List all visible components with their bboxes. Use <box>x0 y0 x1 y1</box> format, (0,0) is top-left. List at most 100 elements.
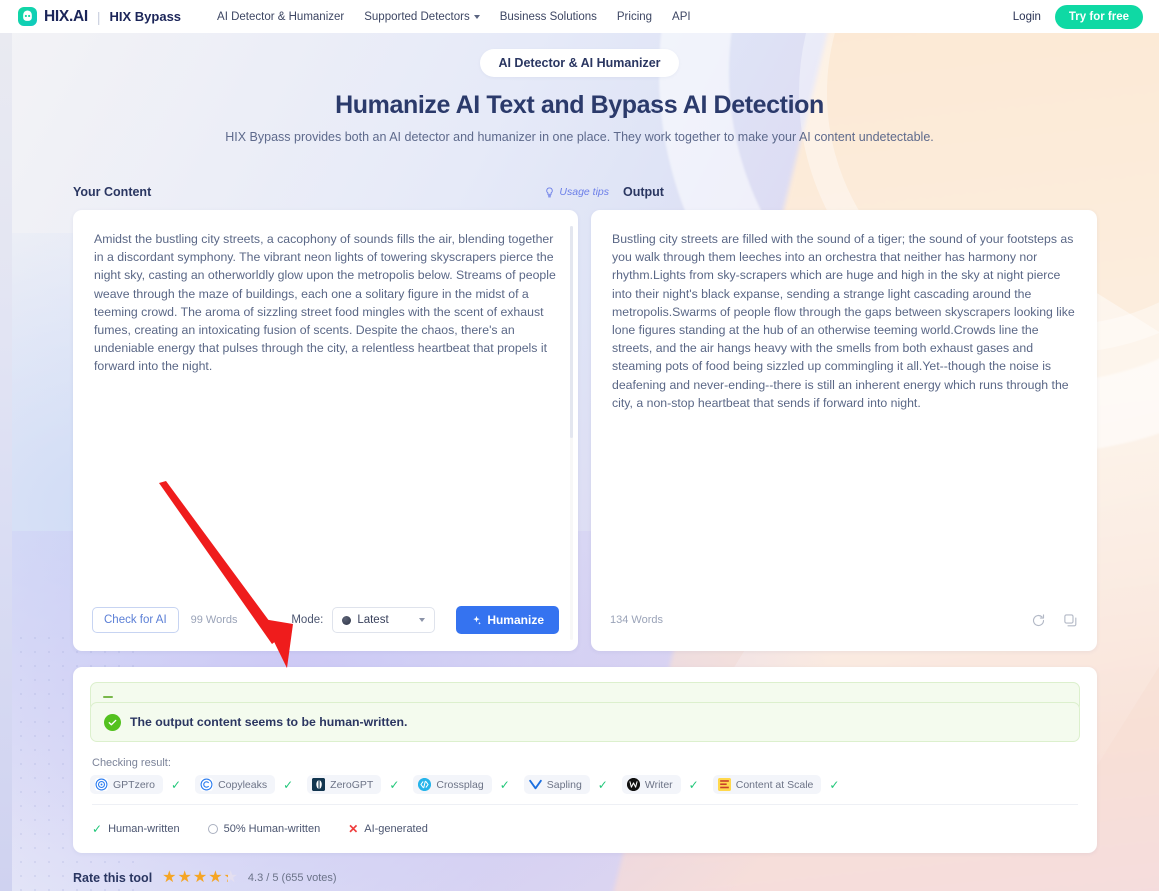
workspace-panels: Amidst the bustling city streets, a caco… <box>73 210 1097 651</box>
hero-subtitle: HIX Bypass provides both an AI detector … <box>225 130 934 144</box>
check-icon: ✓ <box>92 822 103 836</box>
nav-item-ai-detector-humanizer[interactable]: AI Detector & Humanizer <box>217 11 344 23</box>
ghost-dash-icon <box>103 696 113 698</box>
detector-name: Writer <box>644 778 673 791</box>
nav-item-business-solutions[interactable]: Business Solutions <box>500 11 597 23</box>
content-input[interactable]: Amidst the bustling city streets, a caco… <box>94 230 560 376</box>
usage-tips-link[interactable]: Usage tips <box>544 186 609 198</box>
detector-pass-icon: ✓ <box>283 777 294 792</box>
detection-result-card: The output content seems to be human-wri… <box>73 667 1097 853</box>
logo[interactable]: HIX.AI | HIX Bypass <box>18 7 181 26</box>
star-icon-partial[interactable]: ★ <box>224 870 238 887</box>
legend-label: Human-written <box>108 823 180 835</box>
nav-label: Supported Detectors <box>364 10 470 23</box>
page-title: Humanize AI Text and Bypass AI Detection <box>335 91 824 119</box>
rate-tool-label: Rate this tool <box>73 871 153 885</box>
detector-name: Sapling <box>546 778 582 791</box>
site-header: HIX.AI | HIX Bypass AI Detector & Humani… <box>0 0 1159 33</box>
writer-icon <box>626 778 640 791</box>
output-panel-toolbar: 134 Words <box>591 589 1097 651</box>
detector-name: Content at Scale <box>735 778 814 791</box>
star-icon[interactable]: ★ <box>208 870 222 886</box>
success-check-icon <box>104 713 121 731</box>
detector-name: Copyleaks <box>218 778 268 791</box>
chevron-down-icon <box>419 618 426 622</box>
mode-controls: Mode: Latest Humanize <box>291 606 559 634</box>
legend-label: 50% Human-written <box>223 823 321 835</box>
input-scrollbar[interactable] <box>570 226 573 640</box>
result-banner-text: The output content seems to be human-wri… <box>130 715 408 729</box>
nav-label: Business Solutions <box>499 10 597 23</box>
detector-gptzero: GPTzero <box>90 775 164 794</box>
crossplag-icon <box>418 778 432 791</box>
login-link[interactable]: Login <box>1013 11 1041 23</box>
detector-sapling: Sapling <box>523 775 590 794</box>
humanize-button-label: Humanize <box>487 613 544 627</box>
detector-pass-icon: ✓ <box>389 777 400 792</box>
detector-name: ZeroGPT <box>330 778 374 791</box>
nav-item-pricing[interactable]: Pricing <box>617 11 652 23</box>
star-rating[interactable]: ★ ★ ★ ★ ★ <box>162 870 238 887</box>
detector-pass-icon: ✓ <box>171 777 182 792</box>
refresh-icon[interactable] <box>1031 613 1046 628</box>
check-for-ai-button[interactable]: Check for AI <box>92 607 179 633</box>
content-at-scale-icon <box>717 778 731 791</box>
mode-select[interactable]: Latest <box>332 607 436 633</box>
output-text: Bustling city streets are filled with th… <box>612 232 1079 410</box>
detector-crossplag: Crossplag <box>413 775 492 794</box>
rating-score: 4.3 / 5 (655 votes) <box>247 872 337 884</box>
output-panel: Bustling city streets are filled with th… <box>591 210 1097 651</box>
nav-label: AI Detector & Humanizer <box>217 10 345 23</box>
sapling-icon <box>528 778 542 791</box>
copy-icon[interactable] <box>1063 613 1078 628</box>
mode-globe-icon <box>342 615 352 625</box>
gptzero-icon <box>95 778 108 791</box>
star-icon[interactable]: ★ <box>162 870 176 886</box>
product-name: HIX Bypass <box>109 9 182 24</box>
background-left-strip <box>0 33 12 891</box>
nav-item-supported-detectors[interactable]: Supported Detectors <box>364 10 480 23</box>
try-for-free-button[interactable]: Try for free <box>1054 4 1143 29</box>
detector-pass-icon: ✓ <box>688 777 699 792</box>
usage-tips-label: Usage tips <box>559 186 609 198</box>
detector-name: GPTzero <box>113 778 156 791</box>
input-scrollbar-thumb[interactable] <box>570 226 573 438</box>
result-divider <box>92 804 1078 805</box>
result-legend: ✓ Human-written 50% Human-written ✕ AI-g… <box>92 822 428 836</box>
output-panel-label: Output <box>623 185 664 199</box>
nav-item-api[interactable]: API <box>672 11 691 23</box>
detector-writer: Writer <box>621 775 681 794</box>
input-panel-label: Your Content <box>73 185 152 199</box>
output-word-count: 134 Words <box>610 614 663 626</box>
zerogpt-icon <box>312 778 326 791</box>
checking-result-label: Checking result: <box>92 757 171 769</box>
main-nav: AI Detector & Humanizer Supported Detect… <box>217 11 691 23</box>
detector-copyleaks: Copyleaks <box>195 775 276 794</box>
hero-badge: AI Detector & AI Humanizer <box>480 49 679 77</box>
copyleaks-icon <box>200 778 214 791</box>
humanize-button[interactable]: Humanize <box>456 606 559 634</box>
mode-selected-value: Latest <box>357 614 389 626</box>
mode-label: Mode: <box>291 614 324 626</box>
lightbulb-icon <box>546 186 554 197</box>
input-panel: Amidst the bustling city streets, a caco… <box>73 210 578 651</box>
circle-icon <box>207 824 218 834</box>
detector-zerogpt: ZeroGPT <box>307 775 382 794</box>
detector-list: GPTzero ✓ Copyleaks ✓ ZeroGPT ✓ Crosspla… <box>90 775 1080 794</box>
legend-ai-generated: ✕ AI-generated <box>348 822 428 836</box>
detector-pass-icon: ✓ <box>597 777 608 792</box>
star-icon[interactable]: ★ <box>193 870 207 886</box>
detector-pass-icon: ✓ <box>499 777 510 792</box>
logo-divider: | <box>96 8 101 25</box>
star-icon[interactable]: ★ <box>178 870 192 886</box>
hix-logo-icon <box>18 7 37 26</box>
panel-labels: Your Content Usage tips Output <box>73 185 1097 199</box>
sparkle-icon <box>473 615 482 625</box>
header-actions: Login Try for free <box>1013 4 1143 29</box>
result-banner: The output content seems to be human-wri… <box>90 702 1080 742</box>
chevron-down-icon <box>473 14 480 19</box>
input-word-count: 99 Words <box>190 614 238 626</box>
brand-name: HIX.AI <box>44 7 88 25</box>
input-panel-toolbar: Check for AI 99 Words Mode: Latest Human… <box>73 589 578 651</box>
hero-section: AI Detector & AI Humanizer Humanize AI T… <box>0 33 1159 144</box>
